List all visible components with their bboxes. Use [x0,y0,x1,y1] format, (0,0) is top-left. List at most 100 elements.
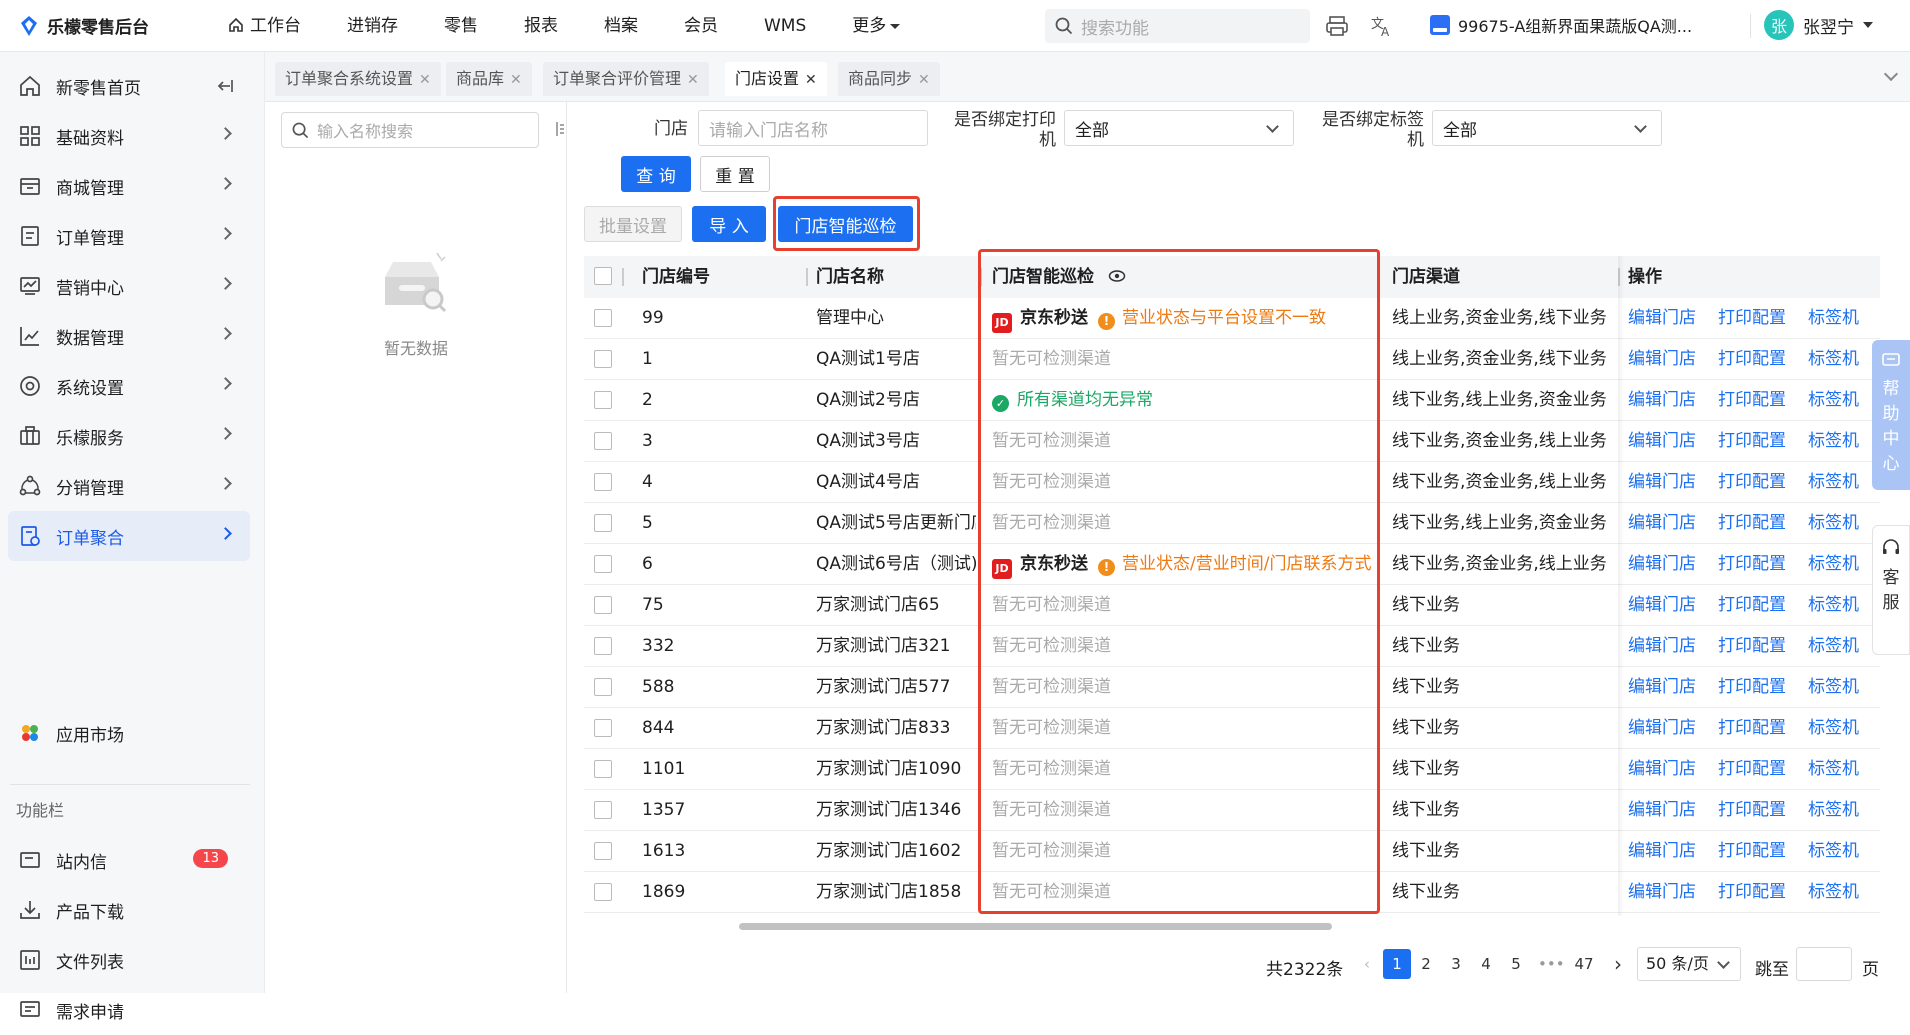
row-checkbox[interactable] [594,514,612,532]
printer-icon[interactable] [1325,14,1349,38]
print-config-link[interactable]: 打印配置 [1718,831,1786,872]
page-number[interactable]: 47 [1572,949,1596,979]
panel-collapse-handle-icon[interactable] [555,120,565,138]
nav-workbench[interactable]: 工作台 [205,0,324,52]
prev-page-icon[interactable]: ‹ [1355,949,1379,979]
nav-member[interactable]: 会员 [661,0,741,52]
row-checkbox[interactable] [594,678,612,696]
nav-retail[interactable]: 零售 [421,0,501,52]
page-number[interactable]: 3 [1444,949,1468,979]
print-config-link[interactable]: 打印配置 [1718,708,1786,749]
collapse-icon[interactable] [216,77,234,95]
row-checkbox[interactable] [594,883,612,901]
row-checkbox[interactable] [594,719,612,737]
batch-settings-button[interactable]: 批量设置 [584,206,682,242]
edit-store-link[interactable]: 编辑门店 [1628,831,1696,872]
print-config-link[interactable]: 打印配置 [1718,626,1786,667]
print-config-link[interactable]: 打印配置 [1718,339,1786,380]
edit-store-link[interactable]: 编辑门店 [1628,462,1696,503]
tab-store-settings[interactable]: 门店设置 ✕ [725,62,827,96]
sidebar-item-settings[interactable]: 系统设置 [8,361,250,411]
customer-service-dock[interactable]: 客服 [1872,525,1910,655]
row-checkbox[interactable] [594,473,612,491]
page-number[interactable]: 5 [1504,949,1528,979]
scrollbar-thumb[interactable] [739,923,1332,930]
next-page-icon[interactable]: › [1606,949,1630,979]
help-center-dock[interactable]: 帮助中心 [1872,340,1910,490]
sidebar-item-home[interactable]: 新零售首页 [8,61,250,111]
reset-button[interactable]: 重 置 [700,156,770,192]
printer-bound-select[interactable]: 全部 [1064,110,1294,146]
sidebar-item-service[interactable]: 乐檬服务 [8,411,250,461]
sidebar-item-orders[interactable]: 订单管理 [8,211,250,261]
row-checkbox[interactable] [594,555,612,573]
page-number[interactable]: 4 [1474,949,1498,979]
row-checkbox[interactable] [594,801,612,819]
label-printer-bound-select[interactable]: 全部 [1432,110,1662,146]
edit-store-link[interactable]: 编辑门店 [1628,298,1696,339]
edit-store-link[interactable]: 编辑门店 [1628,749,1696,790]
sidebar-item-basic-data[interactable]: 基础资料 [8,111,250,161]
edit-store-link[interactable]: 编辑门店 [1628,872,1696,913]
row-checkbox[interactable] [594,596,612,614]
label-printer-link[interactable]: 标签机 [1808,298,1859,339]
label-printer-link[interactable]: 标签机 [1808,667,1859,708]
edit-store-link[interactable]: 编辑门店 [1628,421,1696,462]
sidebar-item-data[interactable]: 数据管理 [8,311,250,361]
tab-product-sync[interactable]: 商品同步 ✕ [838,62,940,96]
label-printer-link[interactable]: 标签机 [1808,872,1859,913]
print-config-link[interactable]: 打印配置 [1718,544,1786,585]
row-checkbox[interactable] [594,842,612,860]
query-button[interactable]: 查 询 [621,156,691,192]
row-checkbox[interactable] [594,309,612,327]
print-config-link[interactable]: 打印配置 [1718,749,1786,790]
print-config-link[interactable]: 打印配置 [1718,421,1786,462]
label-printer-link[interactable]: 标签机 [1808,749,1859,790]
tree-search-input[interactable]: 输入名称搜索 [281,112,539,148]
sidebar-item-distribution[interactable]: 分销管理 [8,461,250,511]
label-printer-link[interactable]: 标签机 [1808,626,1859,667]
nav-wms[interactable]: WMS [741,0,829,52]
label-printer-link[interactable]: 标签机 [1808,544,1859,585]
close-icon[interactable]: ✕ [918,72,930,88]
chevron-down-icon[interactable] [1883,66,1899,82]
select-all-checkbox[interactable] [594,267,612,285]
sidebar-item-messages[interactable]: 站内信 13 [8,835,250,885]
page-number[interactable]: 2 [1414,949,1438,979]
edit-store-link[interactable]: 编辑门店 [1628,544,1696,585]
label-printer-link[interactable]: 标签机 [1808,585,1859,626]
label-printer-link[interactable]: 标签机 [1808,380,1859,421]
jump-page-input[interactable] [1796,947,1852,981]
row-checkbox[interactable] [594,350,612,368]
function-search[interactable]: 搜索功能 [1045,9,1310,43]
import-button[interactable]: 导 入 [692,206,766,242]
close-icon[interactable]: ✕ [419,72,431,88]
horizontal-scrollbar[interactable] [584,920,1880,932]
edit-store-link[interactable]: 编辑门店 [1628,667,1696,708]
print-config-link[interactable]: 打印配置 [1718,462,1786,503]
edit-store-link[interactable]: 编辑门店 [1628,503,1696,544]
nav-archive[interactable]: 档案 [581,0,661,52]
nav-more[interactable]: 更多 [829,0,923,52]
tab-order-aggregate-settings[interactable]: 订单聚合系统设置 ✕ [275,62,441,96]
label-printer-link[interactable]: 标签机 [1808,831,1859,872]
close-icon[interactable]: ✕ [510,72,522,88]
page-number[interactable]: 1 [1383,949,1411,979]
edit-store-link[interactable]: 编辑门店 [1628,585,1696,626]
close-icon[interactable]: ✕ [687,72,699,88]
print-config-link[interactable]: 打印配置 [1718,585,1786,626]
page-ellipsis[interactable]: ••• [1538,949,1565,979]
app-logo[interactable]: 乐檬零售后台 [0,13,205,38]
close-icon[interactable]: ✕ [805,72,817,88]
tab-review-management[interactable]: 订单聚合评价管理 ✕ [543,62,709,96]
sidebar-item-app-market[interactable]: 应用市场 [8,708,250,758]
print-config-link[interactable]: 打印配置 [1718,667,1786,708]
user-menu[interactable]: 张 张翌宁 [1764,10,1873,40]
edit-store-link[interactable]: 编辑门店 [1628,339,1696,380]
label-printer-link[interactable]: 标签机 [1808,503,1859,544]
sidebar-item-download[interactable]: 产品下载 [8,885,250,935]
edit-store-link[interactable]: 编辑门店 [1628,708,1696,749]
label-printer-link[interactable]: 标签机 [1808,421,1859,462]
print-config-link[interactable]: 打印配置 [1718,790,1786,831]
edit-store-link[interactable]: 编辑门店 [1628,790,1696,831]
